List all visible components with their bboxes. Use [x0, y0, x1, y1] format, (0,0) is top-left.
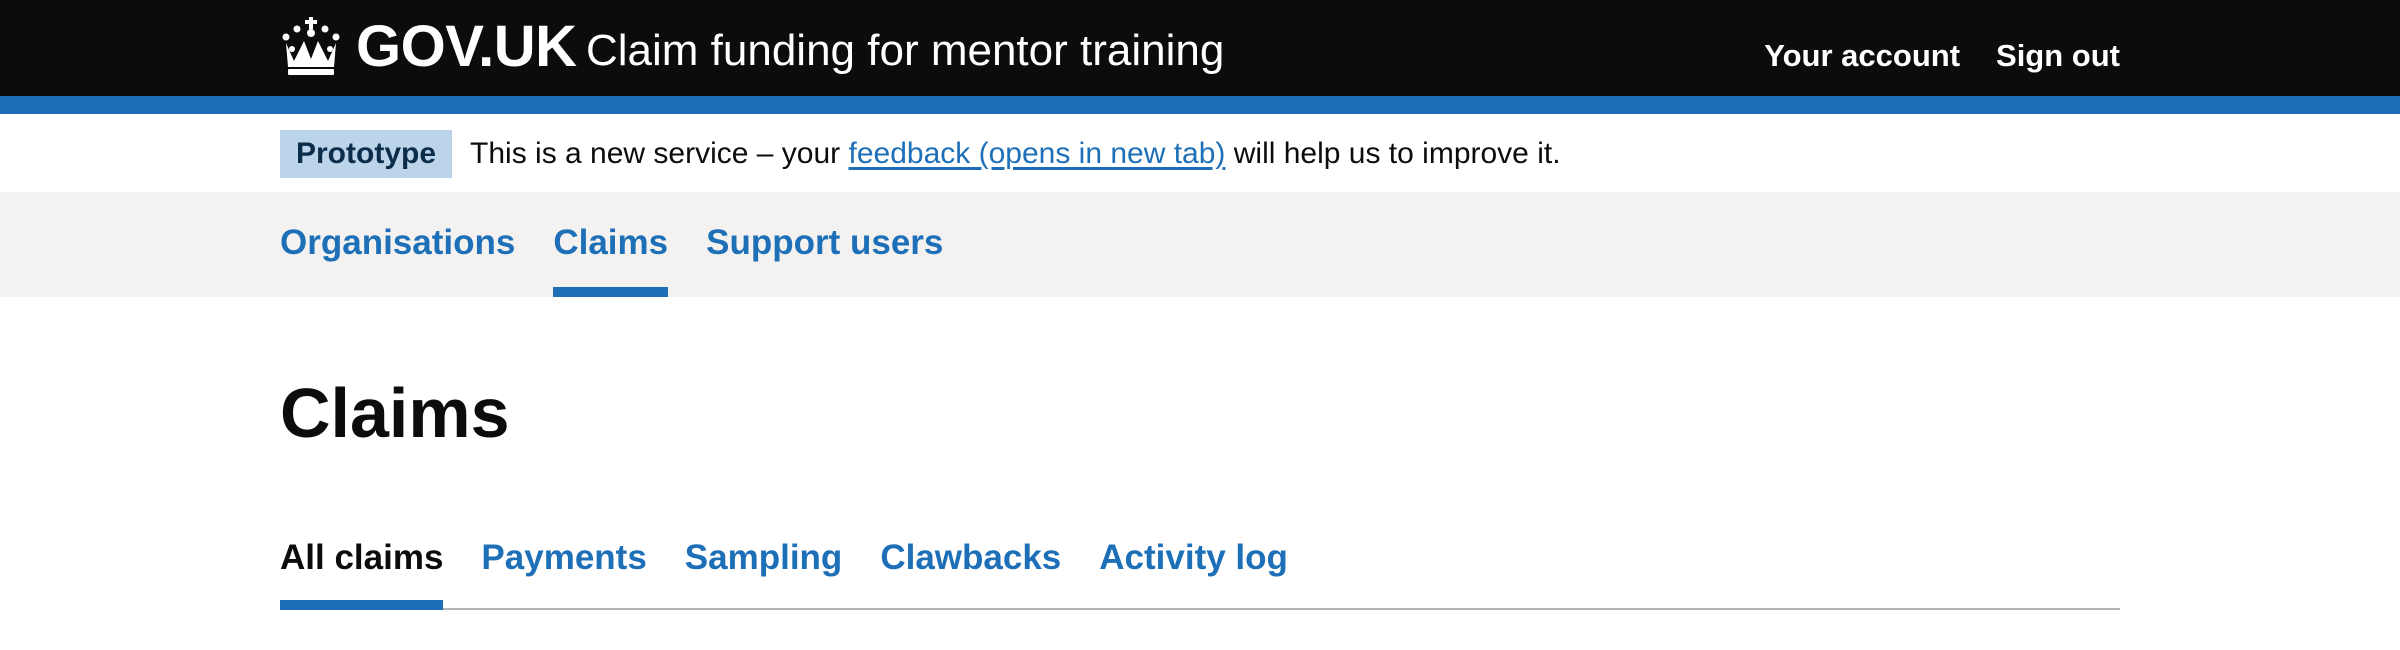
feedback-link[interactable]: feedback (opens in new tab) — [849, 137, 1226, 170]
tab-link-activity-log[interactable]: Activity log — [1099, 538, 1288, 578]
govuk-logo-link[interactable]: GOV.UK — [280, 12, 577, 82]
header-accent-bar — [0, 96, 2400, 114]
govuk-logo-text: GOV.UK — [356, 14, 577, 79]
nav-item-organisations[interactable]: Organisations — [280, 192, 515, 297]
phase-tag: Prototype — [280, 130, 453, 178]
tab-payments[interactable]: Payments — [481, 520, 646, 608]
tab-sampling[interactable]: Sampling — [685, 520, 843, 608]
your-account-link[interactable]: Your account — [1764, 34, 1960, 78]
sign-out-link[interactable]: Sign out — [1996, 34, 2120, 78]
phase-banner: Prototype This is a new service – your f… — [280, 130, 1561, 178]
tab-all-claims[interactable]: All claims — [280, 520, 444, 610]
crown-icon — [282, 17, 340, 75]
primary-navigation: Organisations Claims Support users — [0, 192, 2400, 297]
phase-banner-text: This is a new service – your feedback (o… — [470, 137, 1561, 171]
phase-text-before: This is a new service – your — [470, 137, 849, 170]
phase-text-after: will help us to improve it. — [1225, 137, 1561, 170]
tab-link-payments[interactable]: Payments — [481, 538, 646, 578]
tab-activity-log[interactable]: Activity log — [1099, 520, 1288, 608]
service-name-link[interactable]: Claim funding for mentor training — [586, 20, 1224, 82]
tab-link-clawbacks[interactable]: Clawbacks — [880, 538, 1061, 578]
tab-link-sampling[interactable]: Sampling — [685, 538, 843, 578]
nav-link-support-users[interactable]: Support users — [706, 223, 943, 263]
nav-item-support-users[interactable]: Support users — [706, 192, 943, 297]
site-header: GOV.UK Claim funding for mentor training… — [0, 0, 2400, 96]
claims-sub-navigation: All claims Payments Sampling Clawbacks A… — [280, 520, 2120, 610]
nav-link-organisations[interactable]: Organisations — [280, 223, 515, 263]
tab-link-all-claims[interactable]: All claims — [280, 538, 443, 578]
nav-link-claims[interactable]: Claims — [553, 223, 668, 263]
account-nav: Your account Sign out — [1764, 34, 2120, 78]
nav-item-claims[interactable]: Claims — [553, 192, 668, 297]
page-title: Claims — [280, 374, 510, 452]
tab-clawbacks[interactable]: Clawbacks — [880, 520, 1061, 608]
